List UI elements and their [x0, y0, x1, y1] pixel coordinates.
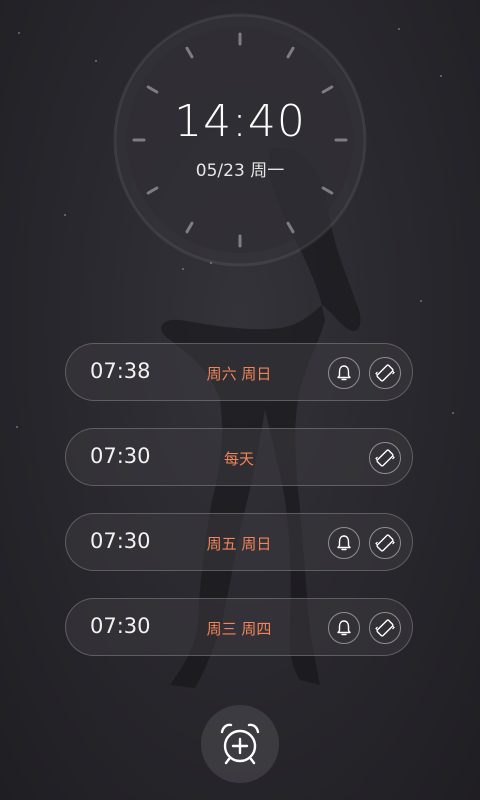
vibrate-icon	[375, 449, 395, 467]
vibrate-toggle-button[interactable]	[369, 442, 401, 474]
bell-icon	[337, 365, 351, 381]
alarm-time: 07:30	[90, 614, 151, 638]
alarm-item[interactable]: 07:30 周五 周日	[65, 513, 413, 571]
add-alarm-button[interactable]	[201, 705, 279, 783]
current-time: 14:40	[174, 96, 306, 147]
vibrate-icon	[375, 364, 395, 382]
alarm-time: 07:38	[90, 359, 151, 383]
alarm-item[interactable]: 07:30 周三 周四	[65, 598, 413, 656]
alarm-repeat-days: 周五 周日	[206, 535, 272, 553]
alarm-list: 07:38 周六 周日 07:30 每天 07:30 周五 周日 07:30 周…	[65, 343, 415, 683]
bell-icon	[337, 535, 351, 551]
vibrate-toggle-button[interactable]	[369, 612, 401, 644]
vibrate-toggle-button[interactable]	[369, 357, 401, 389]
bell-toggle-button[interactable]	[328, 527, 360, 559]
alarm-item[interactable]: 07:38 周六 周日	[65, 343, 413, 401]
alarm-repeat-days: 周三 周四	[206, 620, 272, 638]
alarm-time: 07:30	[90, 444, 151, 468]
add-alarm-clock-icon	[220, 723, 260, 765]
bell-toggle-button[interactable]	[328, 612, 360, 644]
vibrate-icon	[375, 534, 395, 552]
alarm-item[interactable]: 07:30 每天	[65, 428, 413, 486]
alarm-repeat-days: 每天	[223, 450, 254, 468]
bell-icon	[337, 620, 351, 636]
current-date: 05/23 周一	[195, 161, 285, 181]
vibrate-icon	[375, 619, 395, 637]
vibrate-toggle-button[interactable]	[369, 527, 401, 559]
alarm-time: 07:30	[90, 529, 151, 553]
alarm-repeat-days: 周六 周日	[206, 365, 272, 383]
bell-toggle-button[interactable]	[328, 357, 360, 389]
